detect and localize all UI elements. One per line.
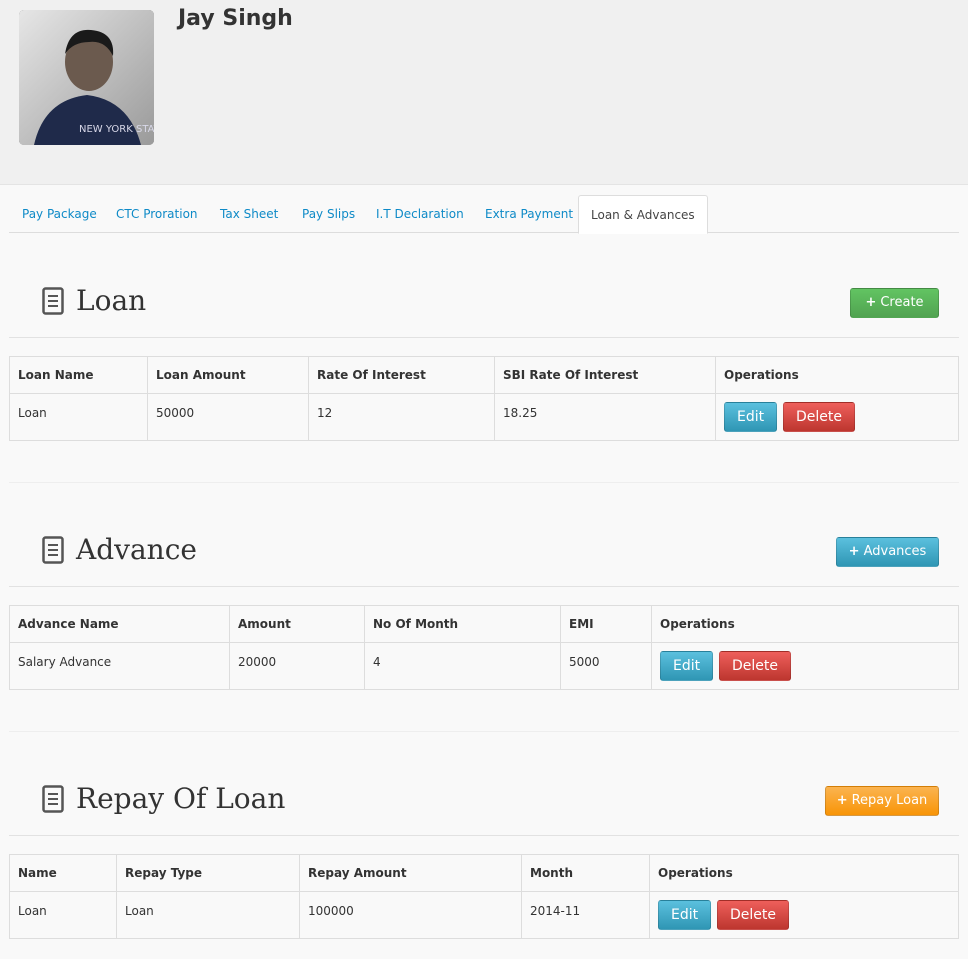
svg-text:NEW YORK STATE: NEW YORK STATE bbox=[79, 124, 154, 135]
table-cell: Loan bbox=[116, 891, 300, 939]
loan-title: Loan bbox=[76, 284, 147, 317]
table-header-row: Name Repay Type Repay Amount Month Opera… bbox=[9, 854, 959, 892]
column-header: No Of Month bbox=[364, 605, 561, 643]
repay-divider bbox=[9, 835, 959, 836]
create-loan-button[interactable]: + Create bbox=[850, 288, 939, 318]
advance-table: Advance Name Amount No Of Month EMI Oper… bbox=[9, 605, 959, 690]
document-icon bbox=[42, 286, 64, 315]
tab-bar: Pay Package CTC Proration Tax Sheet Pay … bbox=[9, 195, 959, 234]
tab-extra-payment[interactable]: Extra Payment bbox=[485, 195, 573, 233]
table-row: Salary Advance 20000 4 5000 Edit Delete bbox=[9, 642, 959, 690]
loan-divider bbox=[9, 337, 959, 338]
table-cell: 12 bbox=[308, 393, 495, 441]
section-separator bbox=[9, 731, 959, 732]
edit-button[interactable]: Edit bbox=[660, 651, 714, 681]
table-cell: 4 bbox=[364, 642, 561, 690]
repay-title: Repay Of Loan bbox=[76, 782, 286, 815]
document-icon bbox=[42, 784, 64, 813]
avatar: NEW YORK STATE bbox=[19, 10, 154, 145]
document-icon bbox=[42, 535, 64, 564]
table-row: Loan Loan 100000 2014-11 Edit Delete bbox=[9, 891, 959, 939]
operations-cell: Edit Delete bbox=[651, 642, 959, 690]
tab-pay-slips[interactable]: Pay Slips bbox=[302, 195, 355, 233]
delete-button[interactable]: Delete bbox=[782, 402, 855, 432]
loan-section-title: Loan bbox=[42, 284, 146, 317]
table-cell: 50000 bbox=[147, 393, 309, 441]
table-cell: 18.25 bbox=[494, 393, 716, 441]
column-header: Loan Amount bbox=[147, 356, 309, 394]
tab-ctc-proration[interactable]: CTC Proration bbox=[116, 195, 198, 233]
table-cell: 2014-11 bbox=[521, 891, 650, 939]
table-cell: Salary Advance bbox=[9, 642, 230, 690]
plus-icon: + bbox=[836, 793, 848, 808]
table-header-row: Loan Name Loan Amount Rate Of Interest S… bbox=[9, 356, 959, 394]
edit-button[interactable]: Edit bbox=[724, 402, 778, 432]
repay-table: Name Repay Type Repay Amount Month Opera… bbox=[9, 854, 959, 939]
profile-header: NEW YORK STATE Jay Singh bbox=[0, 0, 968, 185]
column-header: Operations bbox=[651, 605, 959, 643]
column-header: Repay Amount bbox=[299, 854, 522, 892]
table-cell: 20000 bbox=[229, 642, 365, 690]
advance-divider bbox=[9, 586, 959, 587]
profile-name: Jay Singh bbox=[178, 6, 293, 31]
column-header: Month bbox=[521, 854, 650, 892]
table-header-row: Advance Name Amount No Of Month EMI Oper… bbox=[9, 605, 959, 643]
column-header: Repay Type bbox=[116, 854, 300, 892]
advance-title: Advance bbox=[76, 533, 197, 566]
column-header: Advance Name bbox=[9, 605, 230, 643]
repay-section-title: Repay Of Loan bbox=[42, 782, 285, 815]
delete-button[interactable]: Delete bbox=[718, 651, 791, 681]
tab-tax-sheet[interactable]: Tax Sheet bbox=[220, 195, 278, 233]
column-header: Operations bbox=[649, 854, 959, 892]
column-header: SBI Rate Of Interest bbox=[494, 356, 716, 394]
delete-button[interactable]: Delete bbox=[716, 900, 789, 930]
column-header: Amount bbox=[229, 605, 365, 643]
add-advance-button[interactable]: + Advances bbox=[836, 537, 939, 567]
table-cell: Loan bbox=[9, 891, 117, 939]
column-header: Name bbox=[9, 854, 117, 892]
column-header: EMI bbox=[560, 605, 652, 643]
repay-loan-button[interactable]: + Repay Loan bbox=[825, 786, 939, 816]
advance-section-title: Advance bbox=[42, 533, 197, 566]
table-cell: Loan bbox=[9, 393, 148, 441]
tab-loan-advances[interactable]: Loan & Advances bbox=[578, 195, 708, 234]
column-header: Operations bbox=[715, 356, 959, 394]
loan-table: Loan Name Loan Amount Rate Of Interest S… bbox=[9, 356, 959, 441]
operations-cell: Edit Delete bbox=[649, 891, 959, 939]
avatar-photo: NEW YORK STATE bbox=[19, 10, 154, 145]
tab-pay-package[interactable]: Pay Package bbox=[22, 195, 97, 233]
table-cell: 5000 bbox=[560, 642, 652, 690]
column-header: Rate Of Interest bbox=[308, 356, 495, 394]
table-row: Loan 50000 12 18.25 Edit Delete bbox=[9, 393, 959, 441]
plus-icon: + bbox=[865, 295, 877, 310]
tab-it-declaration[interactable]: I.T Declaration bbox=[376, 195, 464, 233]
table-cell: 100000 bbox=[299, 891, 522, 939]
operations-cell: Edit Delete bbox=[715, 393, 959, 441]
edit-button[interactable]: Edit bbox=[658, 900, 712, 930]
plus-icon: + bbox=[848, 544, 860, 559]
section-separator bbox=[9, 482, 959, 483]
column-header: Loan Name bbox=[9, 356, 148, 394]
